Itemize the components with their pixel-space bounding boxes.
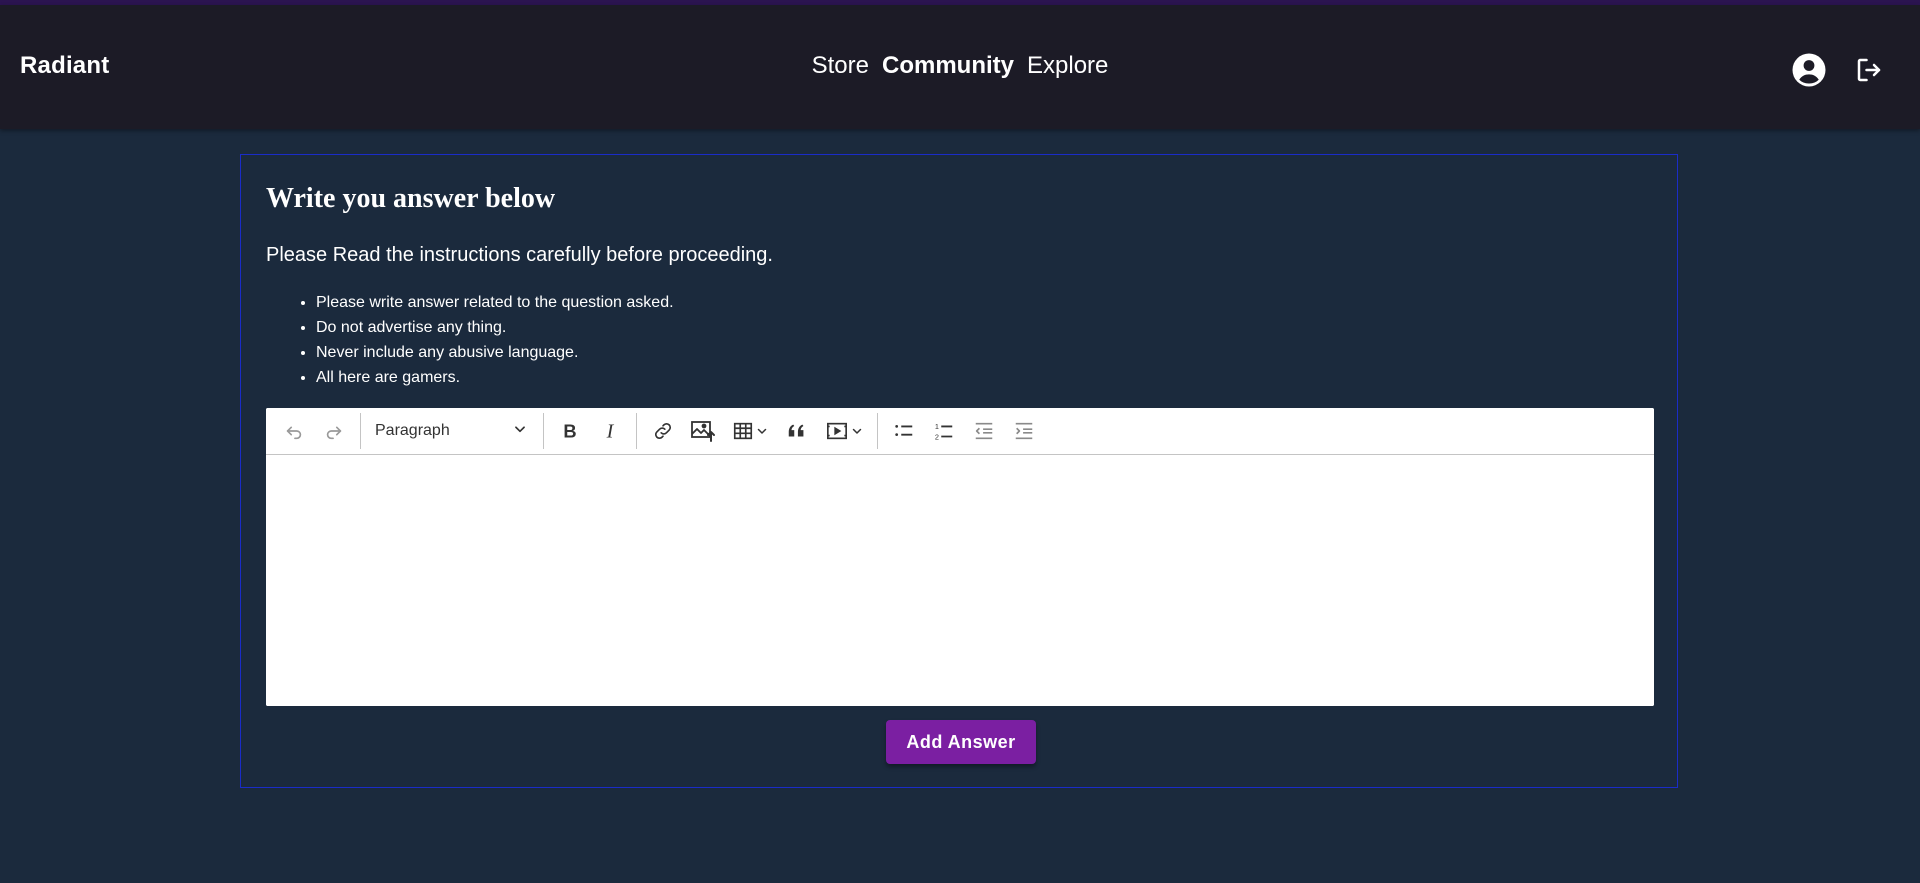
nav-community[interactable]: Community [882,52,1014,80]
page-title: Write you answer below [266,183,556,214]
answer-form-card: Write you answer below Please Read the i… [240,154,1678,788]
svg-text:B: B [563,420,576,441]
undo-icon[interactable] [276,413,312,449]
instructions-list: Please write answer related to the quest… [266,290,674,390]
list-item: Please write answer related to the quest… [316,290,674,315]
nav-store[interactable]: Store [812,52,869,80]
nav-explore[interactable]: Explore [1027,52,1108,80]
bulleted-list-icon[interactable] [886,413,922,449]
outdent-icon[interactable] [966,413,1002,449]
chevron-down-icon [513,422,527,441]
list-item: Never include any abusive language. [316,340,674,365]
link-icon[interactable] [645,413,681,449]
svg-text:2: 2 [935,432,939,441]
redo-icon[interactable] [316,413,352,449]
numbered-list-icon[interactable]: 12 [926,413,962,449]
add-answer-button[interactable]: Add Answer [886,720,1036,764]
svg-text:I: I [606,420,615,442]
image-upload-icon[interactable] [685,413,721,449]
toolbar-separator [636,413,637,449]
heading-dropdown[interactable]: Paragraph [367,413,537,449]
editor-toolbar: Paragraph B I 1 2 [266,408,1654,455]
logout-icon[interactable] [1849,50,1889,90]
rich-text-editor: Paragraph B I 1 2 [266,408,1654,706]
heading-dropdown-label: Paragraph [375,422,450,439]
media-embed-button[interactable] [819,413,869,449]
bold-icon[interactable]: B [552,413,588,449]
editor-content-area[interactable] [266,456,1654,706]
svg-text:1: 1 [935,422,939,431]
instructions-intro: Please Read the instructions carefully b… [266,244,773,266]
table-button[interactable] [725,413,775,449]
italic-icon[interactable]: I [592,413,628,449]
blockquote-icon[interactable] [779,413,815,449]
toolbar-separator [877,413,878,449]
toolbar-separator [543,413,544,449]
main-nav: Store Community Explore [0,52,1920,80]
list-item: All here are gamers. [316,365,674,390]
chevron-down-icon [757,428,767,434]
toolbar-separator [360,413,361,449]
list-item: Do not advertise any thing. [316,315,674,340]
chevron-down-icon [852,428,862,434]
top-navbar: Radiant Store Community Explore [0,5,1920,129]
indent-icon[interactable] [1006,413,1042,449]
account-circle-icon[interactable] [1789,50,1829,90]
